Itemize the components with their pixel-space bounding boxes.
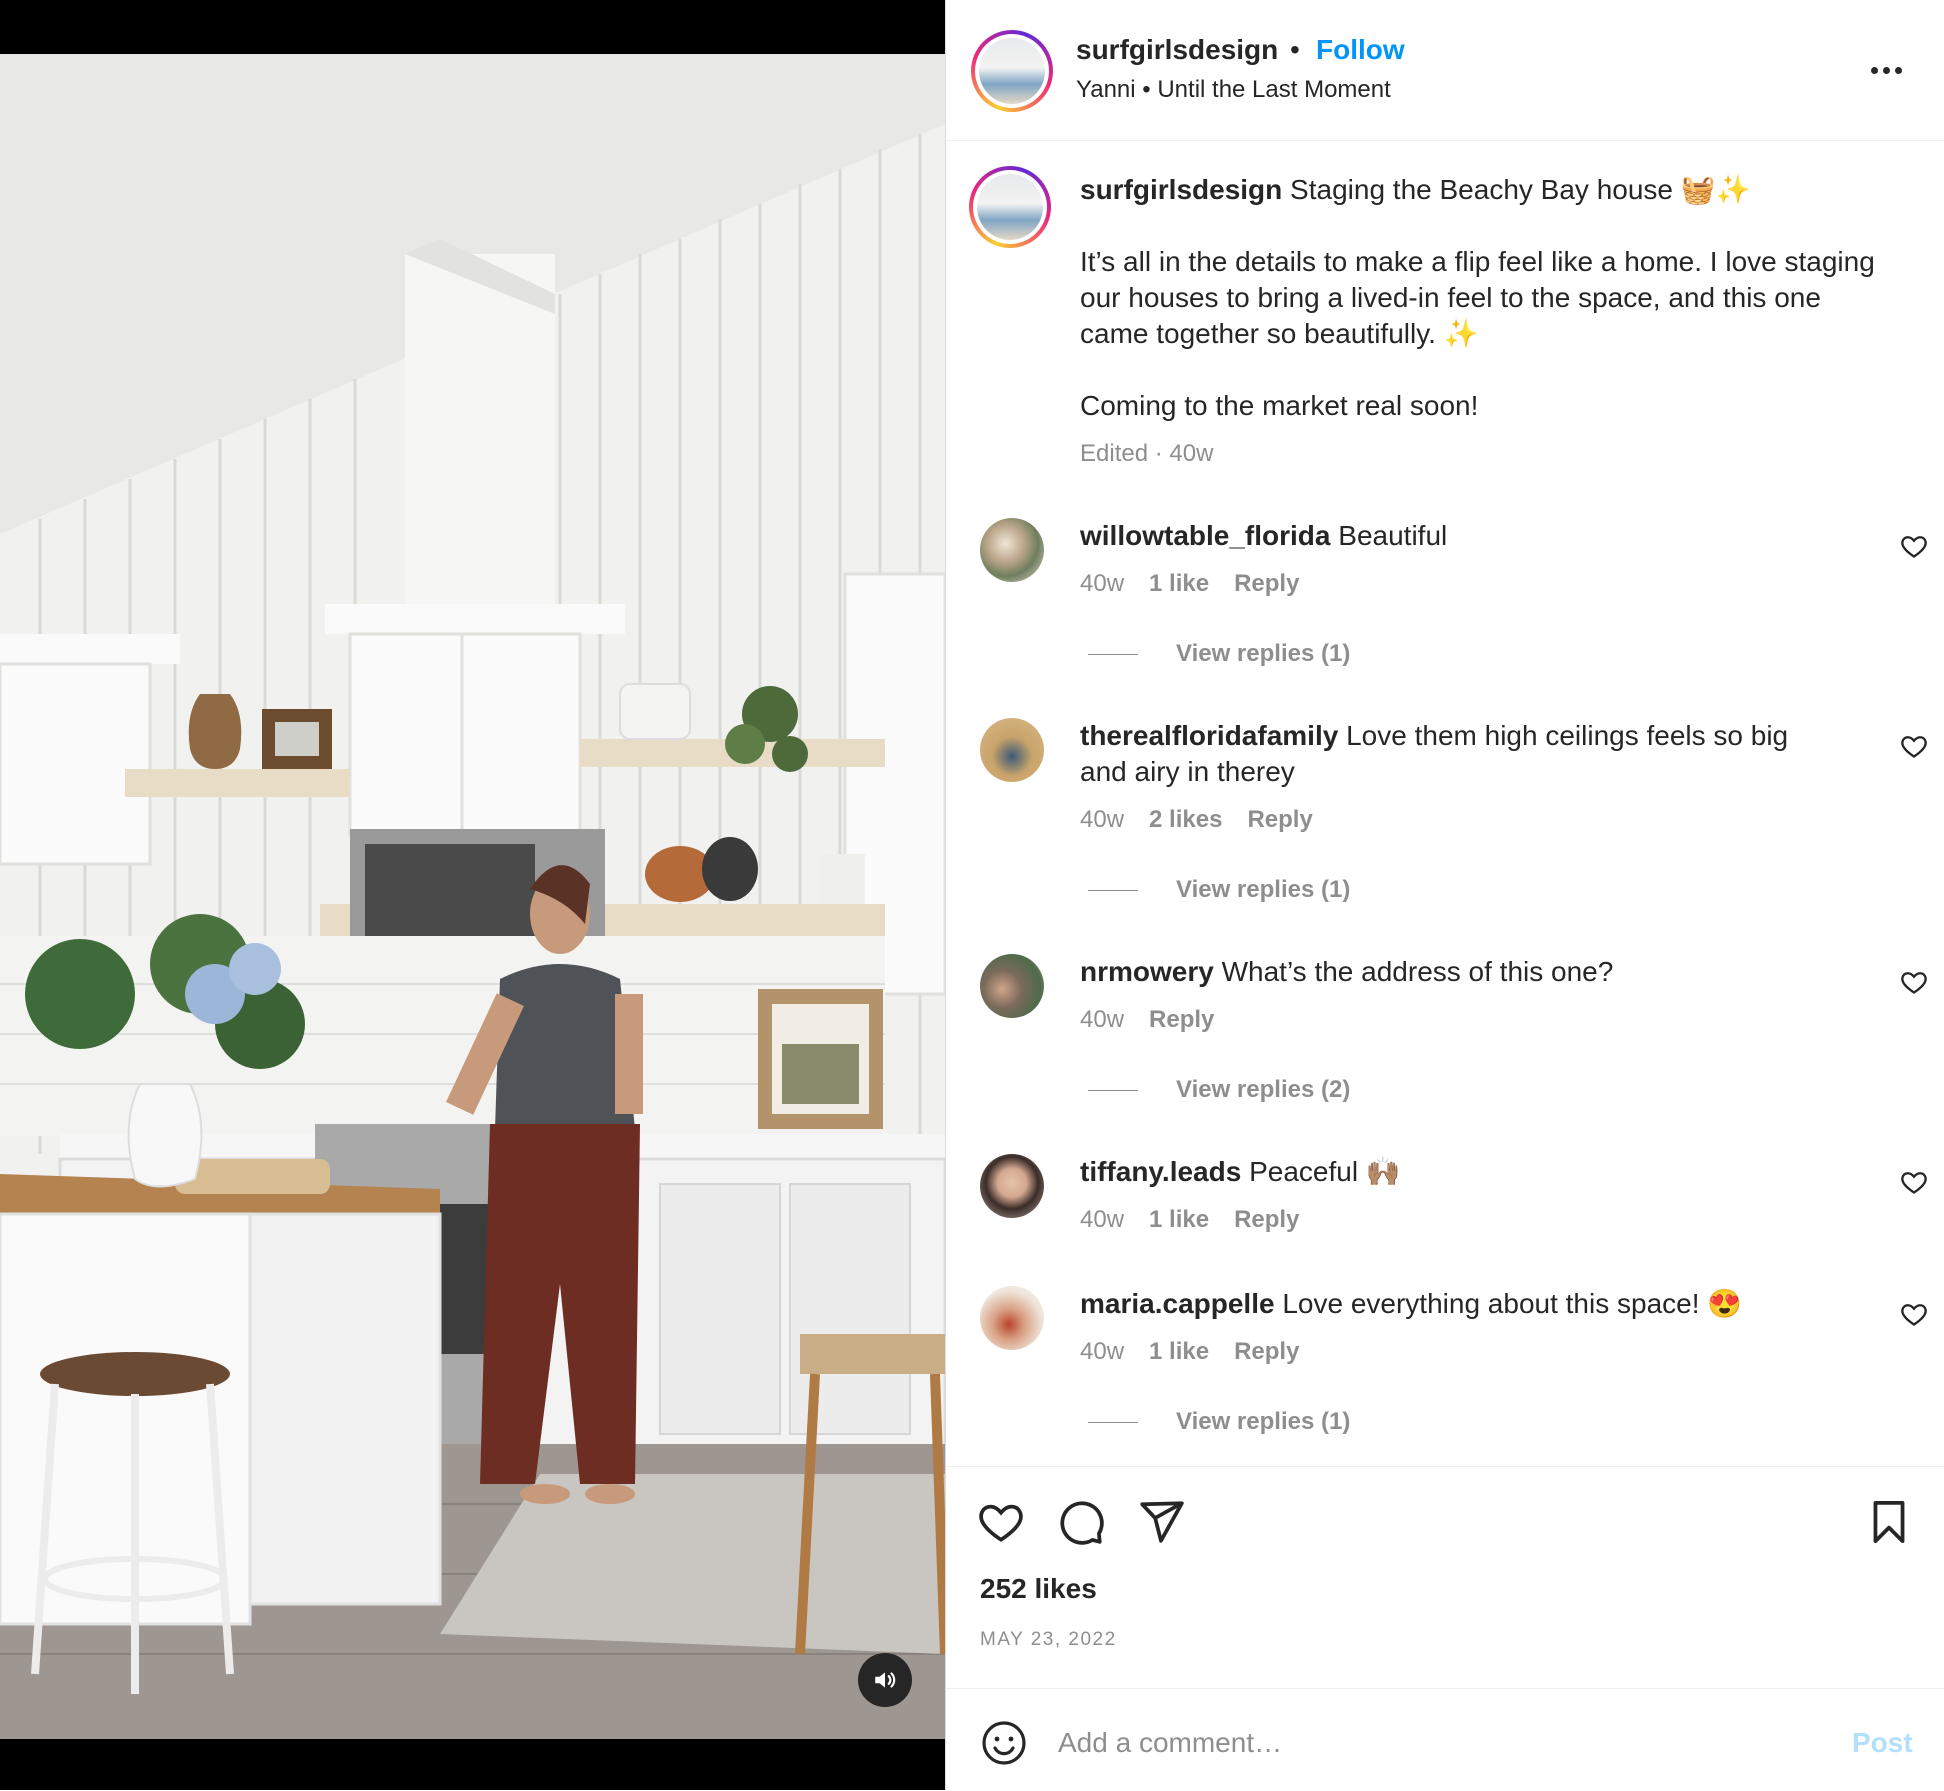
post-details-panel: surfgirlsdesign • Follow Yanni • Until t…	[945, 0, 1944, 1790]
replies-line	[1088, 653, 1138, 655]
heart-icon[interactable]	[1900, 532, 1928, 560]
reply-button[interactable]: Reply	[1234, 570, 1299, 598]
view-replies-label: View replies (2)	[1176, 1076, 1351, 1103]
caption-text: surfgirlsdesign Staging the Beachy Bay h…	[1080, 172, 1880, 424]
caption-title: Staging the Beachy Bay house 🧺✨	[1290, 174, 1751, 205]
replies-line	[1088, 1089, 1138, 1091]
more-dot	[1894, 66, 1902, 74]
add-comment-bar: Post	[946, 1688, 1944, 1791]
bookmark-icon[interactable]	[1864, 1497, 1914, 1547]
header-separator: •	[1290, 34, 1300, 65]
post-media	[0, 0, 945, 1790]
video-frame[interactable]	[0, 54, 945, 1739]
comment-content: Peaceful 🙌🏽	[1249, 1156, 1401, 1187]
comment-meta: 40w 1 like Reply	[1080, 1338, 1299, 1366]
more-dot	[1882, 66, 1890, 74]
follow-button[interactable]: Follow	[1316, 34, 1405, 66]
comment-text: willowtable_florida Beautiful	[1080, 518, 1820, 554]
comment-content: Love everything about this space! 😍	[1282, 1288, 1743, 1319]
comment-meta: 40w 2 likes Reply	[1080, 806, 1313, 834]
comment-text: maria.cappelle Love everything about thi…	[1080, 1286, 1820, 1322]
commenter-username[interactable]: willowtable_florida	[1080, 520, 1330, 551]
comment-content: Beautiful	[1338, 520, 1448, 551]
more-options-button[interactable]	[1864, 52, 1908, 88]
view-replies-label: View replies (1)	[1176, 640, 1351, 667]
heart-icon[interactable]	[1900, 1300, 1928, 1328]
speaker-icon	[875, 1672, 896, 1688]
author-username[interactable]: surfgirlsdesign	[1076, 34, 1278, 66]
comment-time: 40w	[1080, 570, 1125, 597]
reply-button[interactable]: Reply	[1234, 1206, 1299, 1234]
comment-likes[interactable]: 1 like	[1149, 1206, 1209, 1234]
comment-meta: 40w 1 like Reply	[1080, 1206, 1299, 1234]
commenter-avatar[interactable]	[980, 718, 1044, 782]
replies-line	[1088, 1421, 1138, 1423]
post-actions: 252 likes MAY 23, 2022	[946, 1466, 1944, 1687]
caption-meta: Edited · 40w	[1080, 440, 1214, 467]
replies-line	[1088, 889, 1138, 891]
heart-icon[interactable]	[1900, 968, 1928, 996]
comment-text: nrmowery What’s the address of this one?	[1080, 954, 1820, 990]
reply-button[interactable]: Reply	[1149, 1006, 1214, 1034]
comment-meta: 40w Reply	[1080, 1006, 1214, 1034]
author-avatar[interactable]	[971, 30, 1053, 112]
comment-likes[interactable]: 2 likes	[1149, 806, 1222, 834]
comment-meta: 40w 1 like Reply	[1080, 570, 1299, 598]
mute-button[interactable]	[858, 1653, 912, 1707]
commenter-avatar[interactable]	[980, 1286, 1044, 1350]
reply-button[interactable]: Reply	[1247, 806, 1312, 834]
commenter-avatar[interactable]	[980, 954, 1044, 1018]
reply-button[interactable]: Reply	[1234, 1338, 1299, 1366]
view-replies-label: View replies (1)	[1176, 876, 1351, 903]
comment-input[interactable]	[1058, 1719, 1758, 1767]
likes-count[interactable]: 252 likes	[980, 1573, 1097, 1605]
heart-icon[interactable]	[976, 1497, 1026, 1547]
heart-icon[interactable]	[1900, 1168, 1928, 1196]
post-comment-button[interactable]: Post	[1852, 1727, 1913, 1759]
heart-icon[interactable]	[1900, 732, 1928, 760]
view-replies-label: View replies (1)	[1176, 1408, 1351, 1435]
caption-title-line: surfgirlsdesign Staging the Beachy Bay h…	[1080, 172, 1880, 208]
post-date: MAY 23, 2022	[980, 1629, 1117, 1650]
audio-attribution[interactable]: Yanni • Until the Last Moment	[1076, 76, 1391, 104]
comment-likes[interactable]: 1 like	[1149, 570, 1209, 598]
comment-time: 40w	[1080, 1338, 1125, 1365]
smiley-icon[interactable]	[980, 1719, 1028, 1767]
view-replies-button[interactable]: View replies (1)	[1088, 876, 1350, 904]
commenter-username[interactable]: therealfloridafamily	[1080, 720, 1338, 751]
comment-time: 40w	[1080, 1206, 1125, 1233]
view-replies-button[interactable]: View replies (1)	[1088, 640, 1350, 668]
comment-time: 40w	[1080, 1006, 1125, 1033]
view-replies-button[interactable]: View replies (1)	[1088, 1408, 1350, 1436]
kitchen-video-illustration	[0, 54, 945, 1739]
commenter-avatar[interactable]	[980, 1154, 1044, 1218]
commenter-username[interactable]: maria.cappelle	[1080, 1288, 1275, 1319]
caption-paragraph: Coming to the market real soon!	[1080, 390, 1479, 421]
comment-text: therealfloridafamily Love them high ceil…	[1080, 718, 1820, 790]
comment-text: tiffany.leads Peaceful 🙌🏽	[1080, 1154, 1820, 1190]
commenter-username[interactable]: tiffany.leads	[1080, 1156, 1241, 1187]
post-header: surfgirlsdesign • Follow Yanni • Until t…	[946, 0, 1944, 141]
comment-content: What’s the address of this one?	[1221, 956, 1614, 987]
commenter-username[interactable]: nrmowery	[1080, 956, 1214, 987]
comment-time: 40w	[1080, 806, 1125, 833]
caption-paragraph: It’s all in the details to make a flip f…	[1080, 246, 1875, 349]
commenter-avatar[interactable]	[980, 518, 1044, 582]
more-horizontal-icon	[1870, 66, 1878, 74]
caption-username[interactable]: surfgirlsdesign	[1080, 174, 1282, 205]
comment-likes[interactable]: 1 like	[1149, 1338, 1209, 1366]
paper-plane-icon[interactable]	[1136, 1497, 1186, 1547]
caption-author-avatar[interactable]	[969, 166, 1051, 248]
view-replies-button[interactable]: View replies (2)	[1088, 1076, 1350, 1104]
comment-icon[interactable]	[1056, 1497, 1106, 1547]
